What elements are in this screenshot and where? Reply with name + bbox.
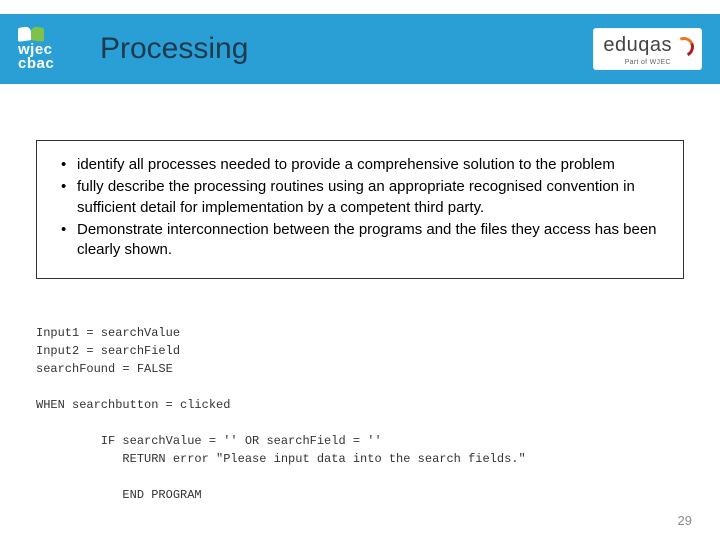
eduqas-subtitle: Part of WJEC xyxy=(625,59,671,66)
swoosh-icon xyxy=(674,37,692,55)
bullet-item: identify all processes needed to provide… xyxy=(55,155,665,175)
bullet-item: Demonstrate interconnection between the … xyxy=(55,220,665,261)
page-number: 29 xyxy=(678,513,692,528)
bullet-list: identify all processes needed to provide… xyxy=(55,155,665,260)
slide: wjec cbac Processing eduqas Part of WJEC… xyxy=(0,0,720,540)
eduqas-logo: eduqas Part of WJEC xyxy=(593,28,702,70)
book-icon xyxy=(18,27,44,41)
logo-left-line2: cbac xyxy=(18,57,54,71)
wjec-cbac-logo: wjec cbac xyxy=(18,27,54,71)
eduqas-brand-text: eduqas xyxy=(603,34,672,57)
header-bar: wjec cbac Processing eduqas Part of WJEC xyxy=(0,14,720,84)
bullet-item: fully describe the processing routines u… xyxy=(55,177,665,218)
page-title: Processing xyxy=(100,32,248,66)
bullet-box: identify all processes needed to provide… xyxy=(36,140,684,279)
pseudocode-block: Input1 = searchValue Input2 = searchFiel… xyxy=(36,324,684,504)
